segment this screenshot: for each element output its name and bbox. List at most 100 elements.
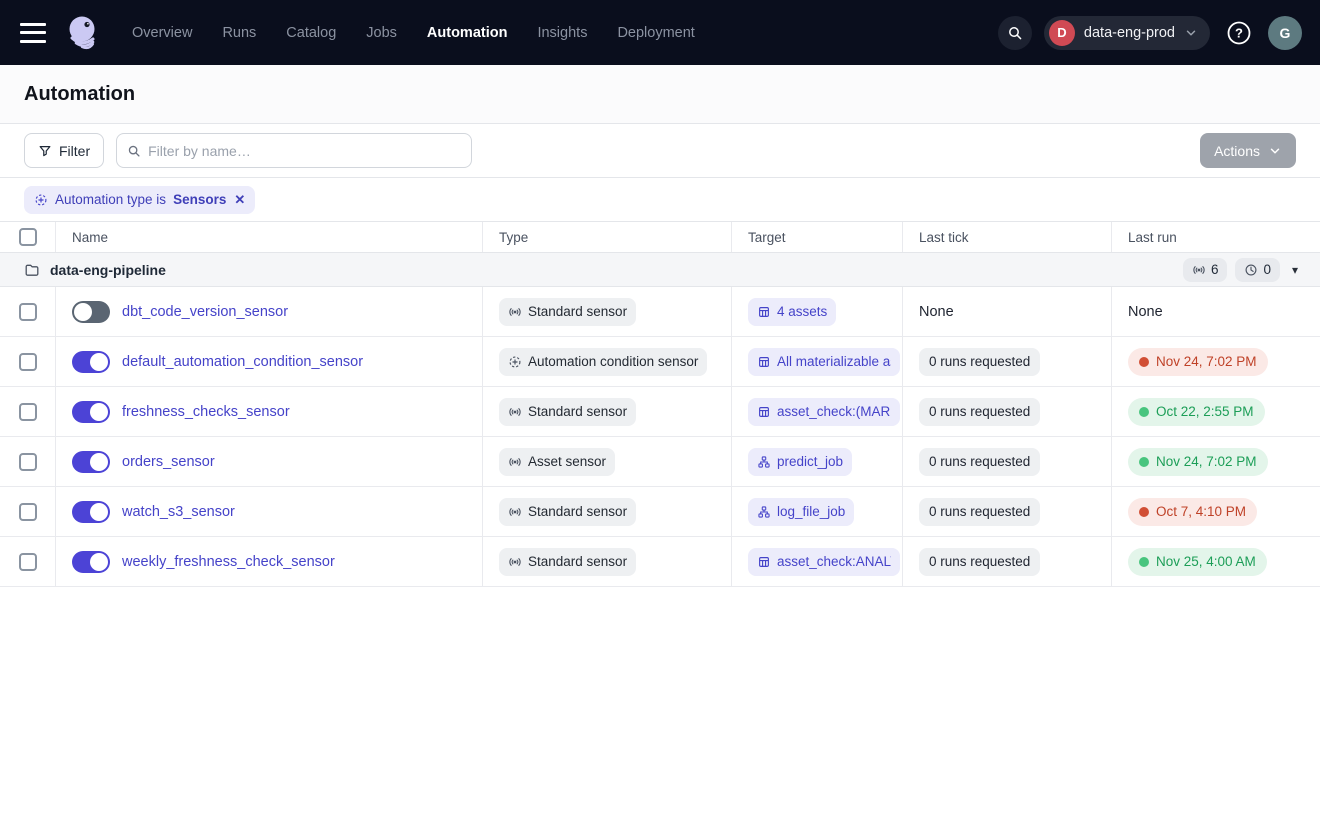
success-dot-icon bbox=[1139, 407, 1149, 417]
actions-button[interactable]: Actions bbox=[1200, 133, 1296, 168]
remove-filter-icon[interactable]: ✕ bbox=[234, 192, 245, 208]
sensor-icon bbox=[1192, 263, 1206, 277]
row-checkbox[interactable] bbox=[19, 503, 37, 521]
nav-runs[interactable]: Runs bbox=[222, 25, 256, 41]
sensor-name-link[interactable]: orders_sensor bbox=[122, 454, 215, 470]
search-icon bbox=[127, 144, 141, 158]
chevron-down-icon bbox=[1184, 26, 1198, 40]
sensor-icon bbox=[508, 505, 522, 519]
asset-icon bbox=[757, 555, 771, 569]
sensor-name-link[interactable]: weekly_freshness_check_sensor bbox=[122, 554, 335, 570]
name-filter-input[interactable] bbox=[148, 143, 461, 159]
automation-condition-icon bbox=[508, 355, 522, 369]
sensor-icon bbox=[508, 455, 522, 469]
target-link[interactable]: predict_job bbox=[748, 448, 852, 476]
collapse-group-icon[interactable]: ▾ bbox=[1288, 263, 1302, 277]
nav-overview[interactable]: Overview bbox=[132, 25, 192, 41]
page-title: Automation bbox=[24, 83, 135, 106]
column-header-last-run: Last run bbox=[1112, 222, 1320, 252]
last-tick-value: None bbox=[919, 304, 954, 320]
table-row: weekly_freshness_check_sensor Standard s… bbox=[0, 537, 1320, 587]
job-icon bbox=[757, 505, 771, 519]
sensor-name-link[interactable]: dbt_code_version_sensor bbox=[122, 304, 288, 320]
failure-dot-icon bbox=[1139, 357, 1149, 367]
code-location-group-row[interactable]: data-eng-pipeline 6 0 ▾ bbox=[0, 253, 1320, 287]
sensor-toggle[interactable] bbox=[72, 501, 110, 523]
row-checkbox[interactable] bbox=[19, 453, 37, 471]
column-header-type: Type bbox=[483, 222, 732, 252]
nav-insights[interactable]: Insights bbox=[537, 25, 587, 41]
sensor-type-label: Standard sensor bbox=[528, 504, 627, 519]
sensor-toggle[interactable] bbox=[72, 301, 110, 323]
funnel-icon bbox=[38, 144, 52, 158]
sensor-type-label: Standard sensor bbox=[528, 404, 627, 419]
last-tick-badge: 0 runs requested bbox=[919, 348, 1040, 376]
search-button[interactable] bbox=[998, 16, 1032, 50]
deployment-switcher[interactable]: D data-eng-prod bbox=[1044, 16, 1210, 50]
deployment-avatar: D bbox=[1049, 20, 1075, 46]
select-all-checkbox[interactable] bbox=[19, 228, 37, 246]
target-link[interactable]: 4 assets bbox=[748, 298, 836, 326]
chevron-down-icon bbox=[1268, 144, 1282, 158]
sensor-toggle[interactable] bbox=[72, 401, 110, 423]
column-header-target: Target bbox=[732, 222, 903, 252]
target-link[interactable]: All materializable as bbox=[748, 348, 900, 376]
last-run-value: None bbox=[1128, 304, 1163, 320]
table-row: default_automation_condition_sensor Auto… bbox=[0, 337, 1320, 387]
column-header-name: Name bbox=[56, 222, 483, 252]
target-link[interactable]: asset_check:ANALY bbox=[748, 548, 900, 576]
nav-jobs[interactable]: Jobs bbox=[366, 25, 397, 41]
row-checkbox[interactable] bbox=[19, 303, 37, 321]
name-filter-box bbox=[116, 133, 472, 168]
search-icon bbox=[1007, 25, 1023, 41]
failure-dot-icon bbox=[1139, 507, 1149, 517]
main-nav: Overview Runs Catalog Jobs Automation In… bbox=[132, 25, 695, 41]
last-run-status[interactable]: Oct 7, 4:10 PM bbox=[1128, 498, 1257, 526]
table-header: Name Type Target Last tick Last run bbox=[0, 222, 1320, 253]
last-tick-badge: 0 runs requested bbox=[919, 498, 1040, 526]
last-run-status[interactable]: Oct 22, 2:55 PM bbox=[1128, 398, 1265, 426]
last-tick-badge: 0 runs requested bbox=[919, 398, 1040, 426]
help-button[interactable]: ? bbox=[1222, 16, 1256, 50]
sensor-toggle[interactable] bbox=[72, 351, 110, 373]
nav-catalog[interactable]: Catalog bbox=[286, 25, 336, 41]
nav-automation[interactable]: Automation bbox=[427, 25, 508, 41]
sensor-icon bbox=[508, 555, 522, 569]
active-filters-row: Automation type is Sensors ✕ bbox=[0, 178, 1320, 222]
sensor-type-label: Automation condition sensor bbox=[528, 354, 698, 369]
row-checkbox[interactable] bbox=[19, 403, 37, 421]
filter-button[interactable]: Filter bbox=[24, 133, 104, 168]
target-link[interactable]: log_file_job bbox=[748, 498, 854, 526]
table-row: orders_sensor Asset sensor predict_job 0… bbox=[0, 437, 1320, 487]
sensor-toggle[interactable] bbox=[72, 551, 110, 573]
last-run-status[interactable]: Nov 24, 7:02 PM bbox=[1128, 448, 1268, 476]
filter-chip-automation-type[interactable]: Automation type is Sensors ✕ bbox=[24, 186, 255, 214]
menu-icon[interactable] bbox=[20, 23, 46, 43]
sensor-name-link[interactable]: watch_s3_sensor bbox=[122, 504, 235, 520]
nav-deployment[interactable]: Deployment bbox=[617, 25, 694, 41]
svg-text:?: ? bbox=[1235, 25, 1243, 40]
asset-icon bbox=[757, 405, 771, 419]
schedule-count-badge: 0 bbox=[1235, 258, 1280, 282]
folder-icon bbox=[24, 262, 40, 278]
target-link[interactable]: asset_check:(MARK bbox=[748, 398, 900, 426]
sensor-type-label: Standard sensor bbox=[528, 554, 627, 569]
asset-icon bbox=[757, 305, 771, 319]
sensor-icon bbox=[508, 305, 522, 319]
dagster-logo-icon[interactable] bbox=[62, 11, 106, 55]
last-tick-badge: 0 runs requested bbox=[919, 548, 1040, 576]
row-checkbox[interactable] bbox=[19, 353, 37, 371]
row-checkbox[interactable] bbox=[19, 553, 37, 571]
column-header-last-tick: Last tick bbox=[903, 222, 1112, 252]
last-run-status[interactable]: Nov 24, 7:02 PM bbox=[1128, 348, 1268, 376]
deployment-name: data-eng-prod bbox=[1084, 25, 1175, 41]
code-location-name: data-eng-pipeline bbox=[50, 262, 166, 278]
filter-button-label: Filter bbox=[59, 143, 90, 159]
sensor-name-link[interactable]: freshness_checks_sensor bbox=[122, 404, 290, 420]
sensor-icon bbox=[508, 405, 522, 419]
sensor-name-link[interactable]: default_automation_condition_sensor bbox=[122, 354, 363, 370]
sensor-toggle[interactable] bbox=[72, 451, 110, 473]
last-run-status[interactable]: Nov 25, 4:00 AM bbox=[1128, 548, 1267, 576]
success-dot-icon bbox=[1139, 457, 1149, 467]
user-avatar[interactable]: G bbox=[1268, 16, 1302, 50]
